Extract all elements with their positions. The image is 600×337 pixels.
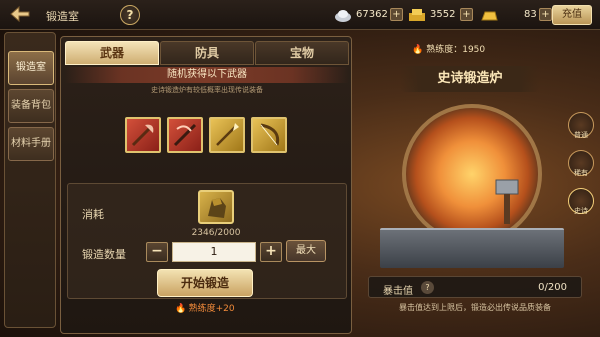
weapon-slot-crossbow[interactable] — [167, 117, 203, 153]
proficiency-text: 熟练度：1950 — [426, 45, 486, 55]
forge-main-panel: 武器 防具 宝物 随机获得以下武器 史诗锻造炉有较低概率出现传说装备 消耗 23… — [60, 36, 352, 334]
crit-note: 暴击值达到上限后，锻造必出传说品质装备 — [399, 303, 551, 312]
add-gold-ingot-button[interactable]: + — [460, 8, 473, 21]
forge-title: 史诗锻造炉 — [400, 66, 540, 92]
gold-counter: 83 + — [480, 6, 552, 24]
silver-ingot-icon — [335, 10, 351, 22]
flame-icon: 🔥 — [175, 304, 187, 314]
add-gold-button[interactable]: + — [539, 8, 552, 21]
gold-ingot-counter: 3552 + — [408, 6, 478, 24]
reward-subtext: 史诗锻造炉有较低概率出现传说装备 — [151, 86, 263, 94]
decrease-quantity-button[interactable]: − — [146, 242, 168, 262]
tier-epic-label: 史诗 — [574, 207, 588, 215]
category-tabs: 武器 防具 宝物 — [65, 41, 349, 65]
recharge-button[interactable]: 充值 — [552, 5, 592, 25]
proficiency-gain: 🔥 熟练度+20 — [165, 301, 245, 314]
crit-help-button[interactable]: ? — [421, 281, 434, 294]
flame-icon: 🔥 — [412, 45, 424, 55]
crit-label: 暴击值 — [383, 286, 413, 297]
forge-material-icon — [198, 190, 234, 224]
crit-value: 0/200 — [538, 282, 567, 293]
back-button[interactable] — [6, 3, 36, 27]
spear-icon — [216, 123, 239, 146]
crossbow-icon — [173, 123, 197, 147]
quantity-label: 锻造数量 — [82, 248, 126, 261]
weapon-slot-spear[interactable] — [209, 117, 245, 153]
reward-banner: 随机获得以下武器 — [65, 67, 349, 83]
forge-tier-selector: 普通 稀有 史诗 — [566, 112, 596, 222]
gold-value: 83 — [524, 9, 537, 20]
proficiency-gain-text: 熟练度+20 — [188, 304, 235, 314]
top-bar: 锻造室 ? 67362 + 3552 + 83 + 充值 — [0, 0, 600, 30]
proficiency-display: 🔥 熟练度：1950 — [412, 42, 485, 55]
increase-quantity-button[interactable]: + — [260, 242, 282, 262]
gold-ingot-value: 3552 — [430, 9, 456, 20]
material-count: 2346/2000 — [191, 228, 241, 238]
tab-treasure[interactable]: 宝物 — [255, 41, 349, 65]
tab-weapons[interactable]: 武器 — [65, 41, 159, 65]
furnace-illustration — [388, 96, 556, 244]
tab-armor[interactable]: 防具 — [160, 41, 254, 65]
weapon-slot-bow[interactable] — [251, 117, 287, 153]
quantity-input[interactable]: 1 — [172, 242, 256, 262]
sidebar-item-material-handbook[interactable]: 材料手册 — [8, 127, 54, 161]
gold-bar-icon — [481, 11, 498, 21]
hammer-icon — [495, 179, 519, 224]
sidebar-item-equipment-bag[interactable]: 装备背包 — [8, 89, 54, 123]
tier-rare-label: 稀有 — [574, 169, 588, 177]
back-arrow-icon — [10, 5, 30, 23]
sidebar-item-forge-room[interactable]: 锻造室 — [8, 51, 54, 85]
crit-value-panel: 暴击值 ? 0/200 — [368, 276, 582, 298]
help-button[interactable]: ? — [120, 5, 140, 25]
tier-common-label: 普通 — [574, 131, 588, 139]
weapon-pool — [125, 117, 289, 157]
cost-label: 消耗 — [82, 208, 104, 221]
bow-icon — [260, 123, 280, 146]
page-title: 锻造室 — [46, 10, 79, 23]
silver-value: 67362 — [356, 9, 388, 20]
anvil — [380, 228, 564, 268]
add-silver-button[interactable]: + — [390, 8, 403, 21]
weapon-slot-axe[interactable] — [125, 117, 161, 153]
gold-ingot-icon — [409, 9, 425, 21]
axe-icon — [131, 124, 154, 147]
start-forge-button[interactable]: 开始锻造 — [157, 269, 253, 297]
sidebar: 锻造室 装备背包 材料手册 — [4, 32, 56, 328]
silver-counter: 67362 + — [334, 6, 404, 24]
max-quantity-button[interactable]: 最大 — [286, 240, 326, 262]
